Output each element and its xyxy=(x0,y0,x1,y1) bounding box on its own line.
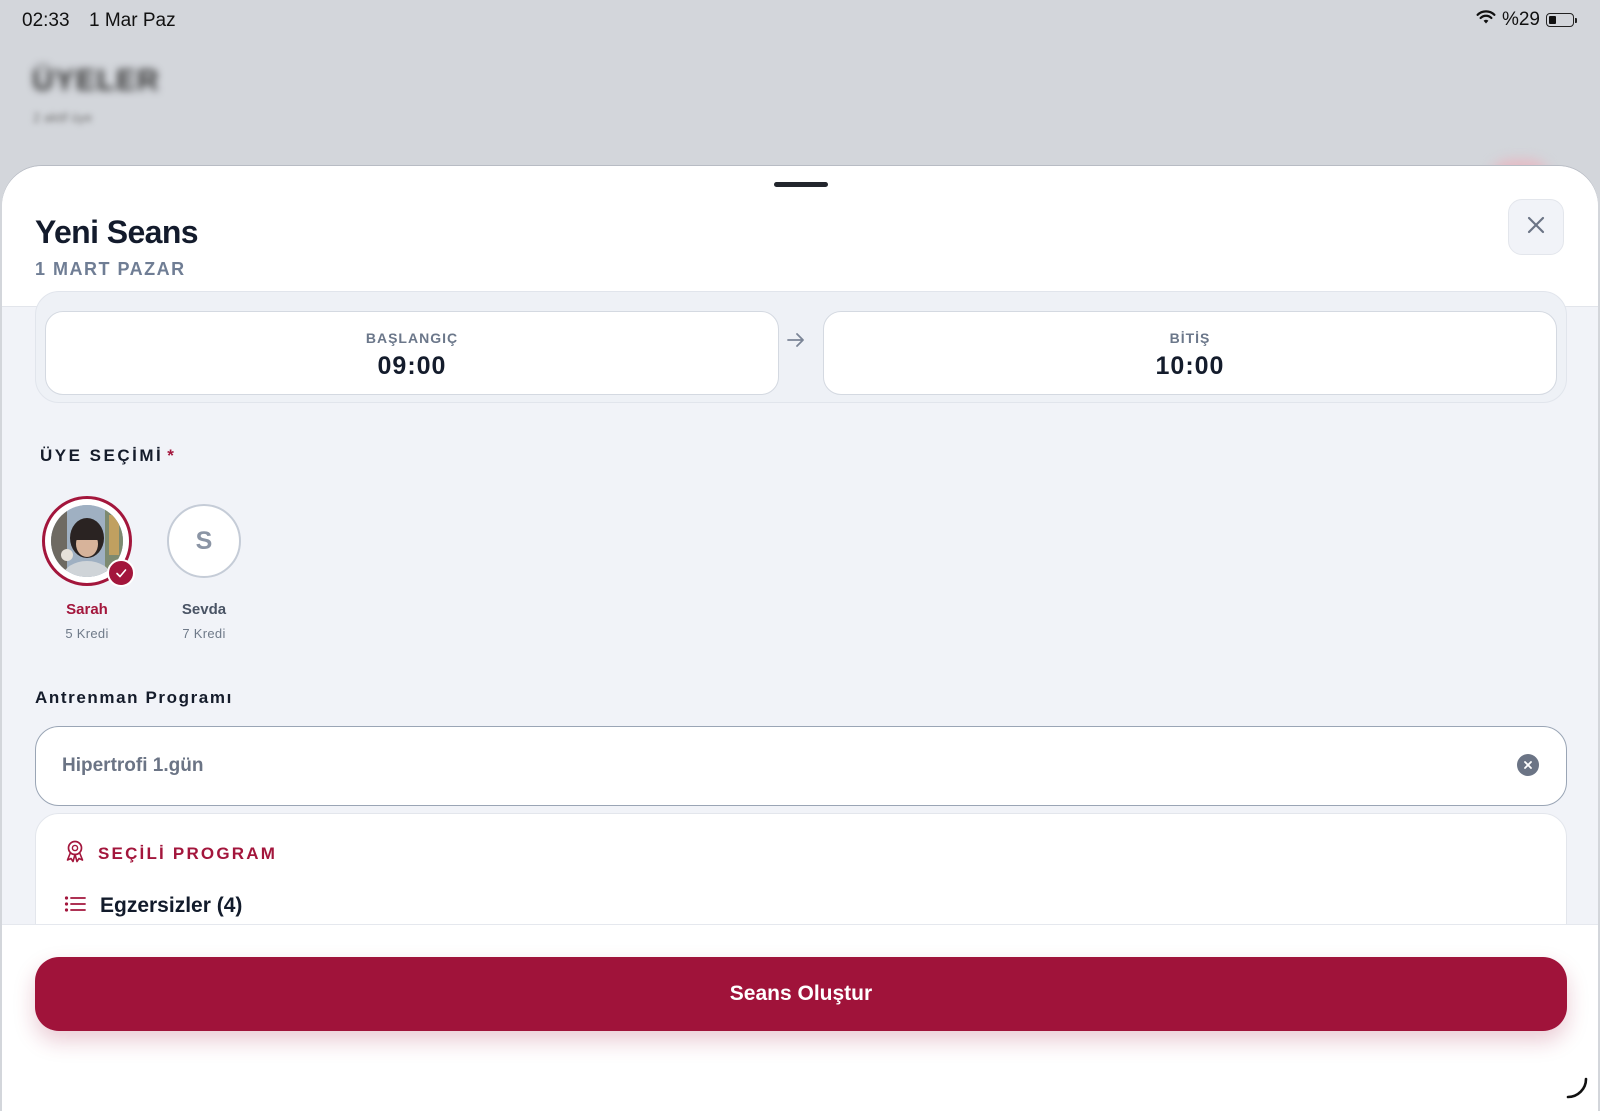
member-option-sevda[interactable]: S Sevda 7 Kredi xyxy=(154,496,254,641)
avatar-initial: S xyxy=(167,504,241,578)
start-time-value: 09:00 xyxy=(377,352,447,380)
status-time: 02:33 xyxy=(22,10,70,31)
close-button[interactable] xyxy=(1508,199,1564,255)
member-credit: 7 Kredi xyxy=(182,626,226,641)
close-icon xyxy=(1526,215,1546,240)
new-session-sheet: Yeni Seans 1 MART PAZAR BAŞLANGIÇ 09:00 … xyxy=(2,166,1598,1111)
required-mark: * xyxy=(167,446,177,465)
exercises-row[interactable]: Egzersizler (4) xyxy=(64,894,242,918)
start-time-label: BAŞLANGIÇ xyxy=(365,330,459,346)
status-bar: 02:33 1 Mar Paz %29 xyxy=(0,0,1600,44)
program-search-input[interactable]: Hipertrofi 1.gün xyxy=(35,726,1567,806)
arrow-right-icon xyxy=(778,326,814,354)
list-icon xyxy=(64,895,86,918)
sheet-title: Yeni Seans xyxy=(35,214,199,250)
sheet-header: Yeni Seans 1 MART PAZAR xyxy=(2,166,1598,307)
member-selection-label: ÜYE SEÇİMİ * xyxy=(40,446,176,466)
member-name: Sevda xyxy=(181,601,227,618)
award-icon xyxy=(64,839,86,868)
wifi-icon xyxy=(1476,9,1496,31)
time-range-panel: BAŞLANGIÇ 09:00 BİTİŞ 10:00 xyxy=(35,291,1567,403)
status-right: %29 xyxy=(1476,9,1577,31)
selected-program-header: SEÇİLİ PROGRAM xyxy=(64,839,277,868)
battery-percent: %29 xyxy=(1501,9,1540,30)
clear-circle-icon[interactable] xyxy=(1517,754,1539,776)
selected-program-title: SEÇİLİ PROGRAM xyxy=(98,843,278,863)
avatar-selected xyxy=(42,496,135,587)
battery-icon xyxy=(1546,13,1577,27)
member-option-sarah[interactable]: Sarah 5 Kredi xyxy=(37,496,137,641)
sheet-footer: Seans Oluştur xyxy=(2,924,1598,1111)
resize-handle-icon xyxy=(1566,1077,1588,1104)
start-time-picker[interactable]: BAŞLANGIÇ 09:00 xyxy=(45,311,779,395)
check-icon xyxy=(107,559,135,587)
background-title: ÜYELER xyxy=(32,64,160,97)
member-credit: 5 Kredi xyxy=(65,626,109,641)
end-time-picker[interactable]: BİTİŞ 10:00 xyxy=(823,311,1557,395)
exercises-label: Egzersizler (4) xyxy=(100,894,243,917)
background-subtitle: 2 aktif üye xyxy=(33,110,93,125)
program-input-value: Hipertrofi 1.gün xyxy=(62,755,204,776)
end-time-value: 10:00 xyxy=(1155,352,1225,380)
sheet-date: 1 MART PAZAR xyxy=(35,259,186,279)
end-time-label: BİTİŞ xyxy=(1169,330,1211,346)
member-name: Sarah xyxy=(66,601,108,618)
status-date: 1 Mar Paz xyxy=(89,10,176,31)
sheet-grabber[interactable] xyxy=(774,182,828,187)
program-label: Antrenman Programı xyxy=(35,688,233,707)
member-selection-text: ÜYE SEÇİMİ xyxy=(40,446,164,465)
create-session-button[interactable]: Seans Oluştur xyxy=(35,957,1567,1031)
